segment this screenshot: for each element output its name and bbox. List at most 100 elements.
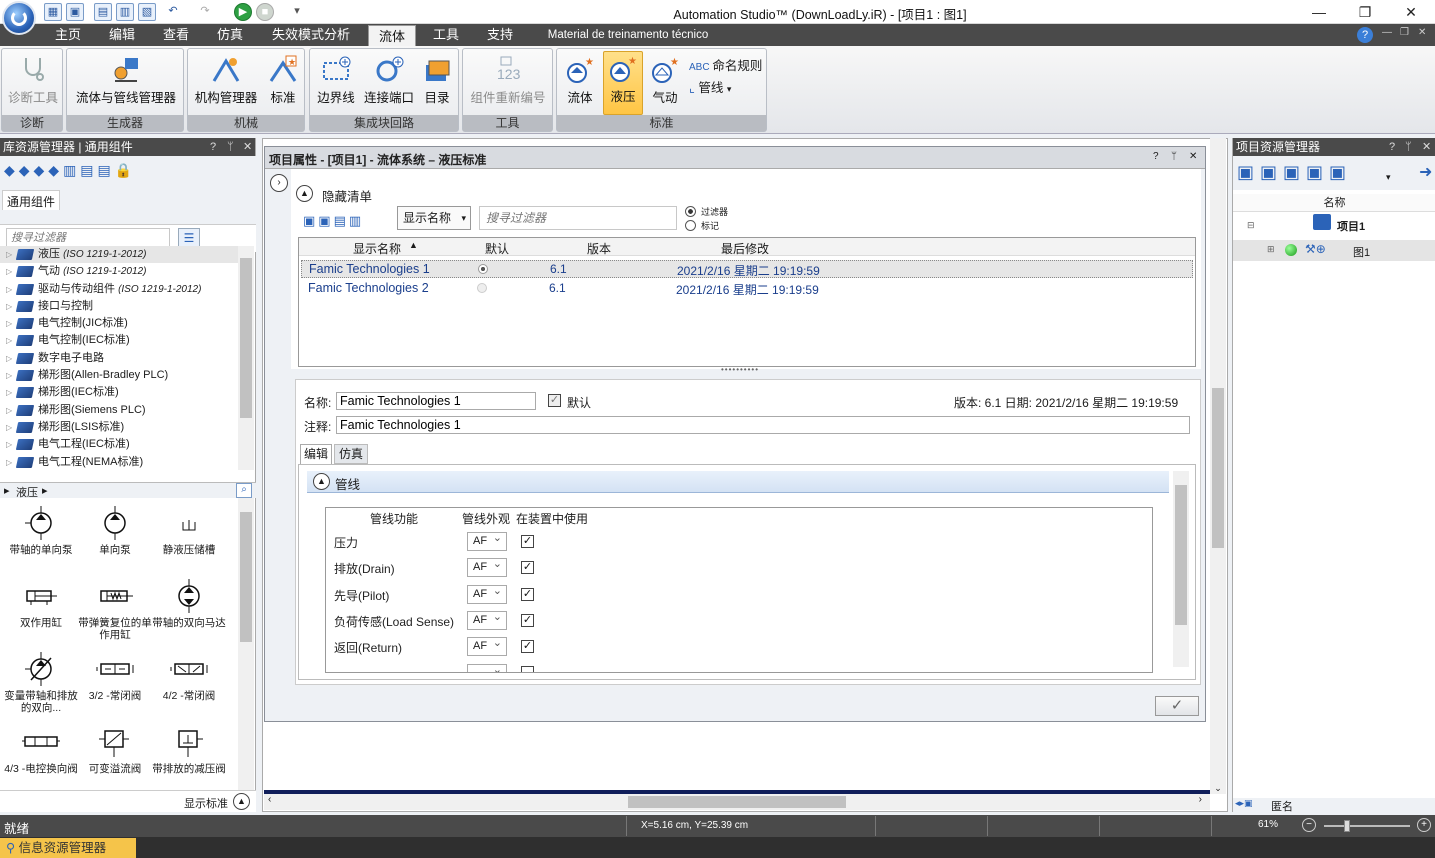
close-doc-icon[interactable]: ▧: [138, 3, 156, 21]
expand-arrow-icon[interactable]: ▷: [6, 350, 12, 367]
help-icon[interactable]: ?: [1389, 138, 1395, 156]
stop-icon[interactable]: ■: [256, 3, 274, 21]
expand-arrow-icon[interactable]: ▷: [6, 263, 12, 280]
chevron-up-icon[interactable]: ▲: [233, 793, 250, 810]
tab-simulation[interactable]: 仿真: [334, 444, 368, 464]
open-icon[interactable]: ▣: [66, 3, 84, 21]
zoom-in-icon[interactable]: +: [1417, 818, 1431, 832]
component-scrollbar[interactable]: [238, 498, 254, 790]
tab-edit[interactable]: 编辑: [300, 444, 332, 464]
default-checkbox[interactable]: ✓: [548, 394, 561, 407]
list-tool-icons[interactable]: ▣▣▤▥: [303, 213, 364, 229]
pin-icon[interactable]: ᛘ: [227, 138, 234, 156]
search-icon[interactable]: ⌕: [236, 483, 252, 498]
project-col-name[interactable]: 名称: [1233, 194, 1435, 212]
help-icon[interactable]: ?: [1153, 151, 1159, 162]
zoom-slider[interactable]: [1324, 820, 1410, 832]
expand-arrow-icon[interactable]: ▷: [6, 367, 12, 384]
note-input[interactable]: [336, 416, 1190, 434]
mdi-min-icon[interactable]: —: [1382, 27, 1392, 38]
renumber-button[interactable]: 123 组件重新编号: [465, 53, 551, 109]
used-in-device-checkbox[interactable]: ✓: [521, 613, 534, 627]
used-in-device-checkbox[interactable]: ✓: [521, 640, 534, 654]
library-search-input[interactable]: [6, 228, 170, 248]
component-tile[interactable]: 4/3 -电控换向阀: [4, 721, 78, 790]
mark-radio[interactable]: [685, 220, 696, 231]
catalog-button[interactable]: 目录: [418, 53, 456, 109]
info-explorer-tab[interactable]: ⚲ 信息资源管理器: [0, 838, 136, 858]
mdi-restore-icon[interactable]: ❐: [1400, 27, 1409, 38]
expand-arrow-icon[interactable]: ▷: [6, 436, 12, 453]
close-icon[interactable]: ✕: [1189, 151, 1197, 162]
save-as-icon[interactable]: ▥: [116, 3, 134, 21]
default-radio[interactable]: [477, 283, 487, 293]
component-tile[interactable]: 变量带轴和排放的双向...: [4, 648, 78, 721]
pipe-look-select[interactable]: AF: [467, 583, 507, 604]
used-in-device-checkbox[interactable]: [521, 666, 534, 672]
component-tile[interactable]: 双作用缸: [4, 575, 78, 648]
pipe-look-select[interactable]: AF: [467, 556, 507, 578]
component-tile[interactable]: 3/2 -常闭阀: [78, 648, 152, 721]
menu-home[interactable]: 主页: [44, 24, 92, 46]
filter-radio[interactable]: [685, 206, 696, 217]
pipe-look-select[interactable]: AF: [467, 530, 507, 551]
chevron-up-icon[interactable]: ▲: [313, 473, 330, 490]
menu-view[interactable]: 查看: [152, 24, 200, 46]
play-icon[interactable]: ▶: [234, 3, 252, 21]
used-in-device-checkbox[interactable]: ✓: [521, 587, 534, 601]
library-tree-item[interactable]: ▷ 数字电子电路: [0, 350, 238, 367]
mdi-close-icon[interactable]: ✕: [1418, 27, 1426, 38]
menu-training[interactable]: Material de treinamento técnico: [538, 24, 718, 46]
library-tree-item[interactable]: ▷ 电气工程(NEMA标准): [0, 454, 238, 470]
menu-fmea[interactable]: 失效模式分析: [262, 24, 360, 46]
help-icon[interactable]: ?: [1357, 27, 1373, 43]
drawing-hscroll[interactable]: ‹ ›: [264, 794, 1210, 810]
restore-button[interactable]: ❐: [1342, 0, 1388, 24]
close-icon[interactable]: ✕: [1422, 138, 1431, 156]
table-row[interactable]: Famic Technologies 2 6.1 2021/2/16 星期二 1…: [301, 280, 1193, 298]
library-tree-item[interactable]: ▷ 液压 (ISO 1219-1-2012): [0, 246, 238, 264]
pin-icon[interactable]: ᛘ: [1405, 138, 1412, 156]
arrow-right-icon[interactable]: ➜: [1419, 162, 1432, 182]
project-root[interactable]: 项目1: [1337, 218, 1365, 234]
library-tree-item[interactable]: ▷ 梯形图(Allen-Bradley PLC): [0, 367, 238, 384]
component-tile[interactable]: 带轴的双向马达: [152, 575, 226, 648]
library-tree-item[interactable]: ▷ 驱动与传动组件 (ISO 1219-1-2012): [0, 281, 238, 298]
component-tile[interactable]: 单向泵: [78, 502, 152, 575]
menu-tools[interactable]: 工具: [422, 24, 470, 46]
project-tool-icons[interactable]: ▣▣▣▣▣: [1237, 162, 1352, 183]
expand-icon[interactable]: ⊞: [1267, 244, 1275, 255]
naming-rules-button[interactable]: ABC 命名规则: [689, 55, 762, 74]
library-tree-item[interactable]: ▷ 梯形图(Siemens PLC): [0, 402, 238, 419]
pipe-lines-button[interactable]: ⌞ 管线 ▾: [689, 77, 731, 96]
pipe-section-header[interactable]: ▲ 管线: [307, 471, 1169, 493]
library-tool-icons[interactable]: ◆◆◆◆▥▤▤🔒: [4, 162, 136, 179]
close-icon[interactable]: ✕: [243, 138, 252, 156]
zoom-out-icon[interactable]: −: [1302, 818, 1316, 832]
library-tree-item[interactable]: ▷ 梯形图(IEC标准): [0, 384, 238, 401]
pneumatic-standard-button[interactable]: ★ 气动: [645, 53, 685, 109]
undo-icon[interactable]: ↶: [164, 3, 182, 21]
mech-standard-button[interactable]: ★ 标准: [263, 53, 303, 109]
col-display-name[interactable]: 显示名称: [353, 240, 401, 257]
hydraulic-standard-button[interactable]: ★ 液压: [603, 51, 643, 115]
close-button[interactable]: ✕: [1388, 0, 1434, 24]
pipe-look-select[interactable]: AF: [467, 635, 507, 657]
col-version[interactable]: 版本: [587, 240, 611, 257]
component-tile[interactable]: 带弹簧复位的单作用缸: [78, 575, 152, 648]
pipe-section-scrollbar[interactable]: [1173, 471, 1189, 667]
menu-edit[interactable]: 编辑: [98, 24, 146, 46]
library-tree-scrollbar[interactable]: [238, 246, 254, 470]
chevron-down-icon[interactable]: ▾: [1386, 172, 1391, 183]
used-in-device-checkbox[interactable]: ✓: [521, 561, 534, 575]
drawing-vscroll[interactable]: ⌄: [1210, 138, 1226, 794]
fluid-line-manager-button[interactable]: 流体与管线管理器: [70, 53, 182, 109]
default-radio[interactable]: [478, 264, 488, 274]
pipe-look-select[interactable]: [467, 662, 507, 672]
help-icon[interactable]: ?: [210, 138, 216, 156]
pin-icon[interactable]: ᛘ: [1171, 151, 1177, 162]
library-tree-item[interactable]: ▷ 接口与控制: [0, 298, 238, 315]
used-in-device-checkbox[interactable]: ✓: [521, 535, 534, 548]
expand-arrow-icon[interactable]: ▷: [6, 281, 12, 298]
expand-arrow-icon[interactable]: ▷: [6, 315, 12, 332]
